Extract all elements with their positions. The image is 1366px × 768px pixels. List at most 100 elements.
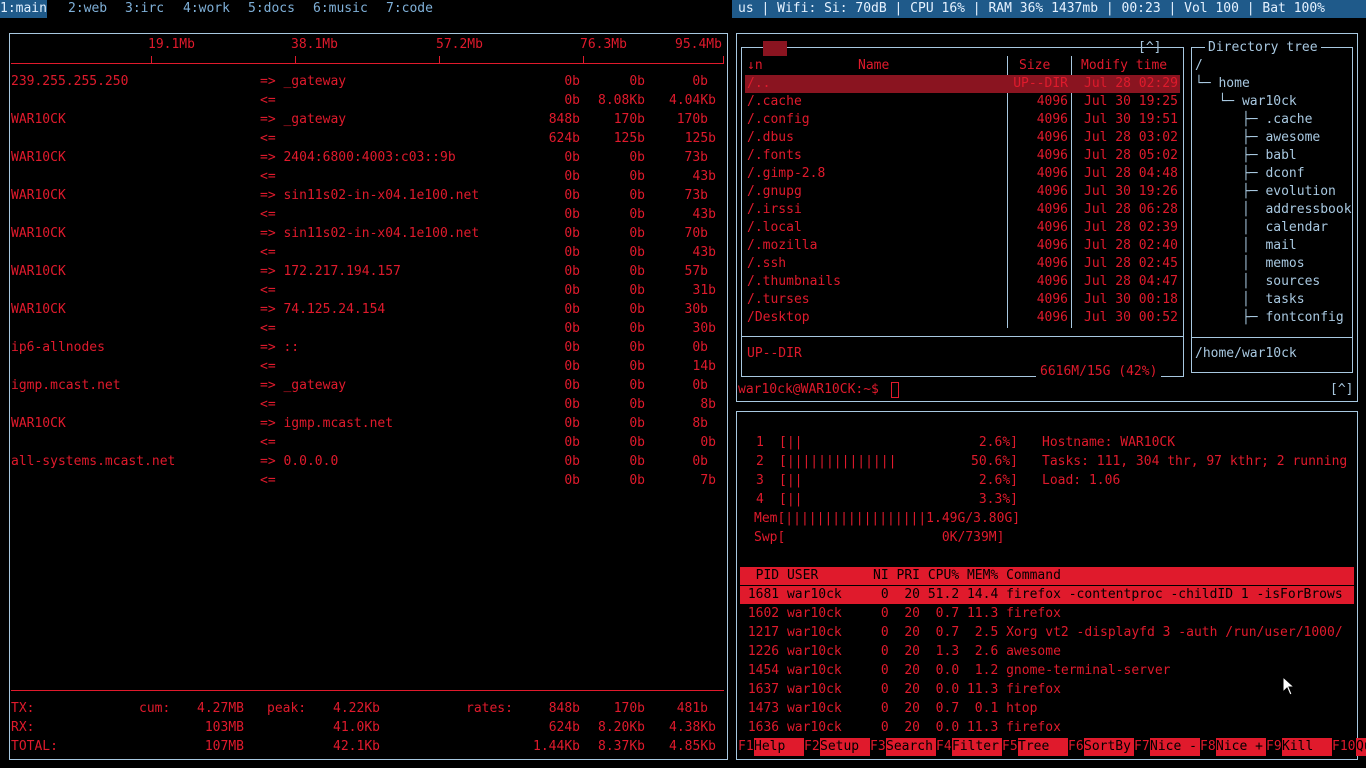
tree-node[interactable]: │ mail: [1195, 237, 1297, 255]
flow-out-rate: 73b: [684, 188, 708, 203]
process-header[interactable]: PID USER NI PRI CPU% MEM% Command: [740, 567, 1354, 585]
cpu-bar: [||: [779, 492, 803, 507]
file-mtime: Jul 28 05:02: [1084, 148, 1178, 163]
scale-label: 19.1Mb: [148, 37, 195, 52]
tag-irc[interactable]: 3:irc: [125, 0, 164, 18]
panel-frame: [741, 47, 742, 377]
process-row[interactable]: 1473 war10ck 0 20 0.7 0.1 htop: [740, 700, 1354, 718]
tree-node[interactable]: ├─ .cache: [1195, 111, 1312, 129]
fkey-label[interactable]: Nice +: [1216, 738, 1266, 756]
tree-node[interactable]: │ calendar: [1195, 219, 1328, 237]
fkey-label[interactable]: Kill: [1282, 738, 1332, 756]
fkey-f2[interactable]: F2: [804, 738, 820, 756]
flow-out-rate: 0b: [629, 226, 645, 241]
flow-out-rate: 0b: [564, 340, 580, 355]
cpu-number: 4: [756, 492, 764, 507]
fkey-f3[interactable]: F3: [870, 738, 886, 756]
prompt-menu-button[interactable]: [^]: [1330, 381, 1353, 399]
tree-node[interactable]: └─ war10ck: [1195, 93, 1296, 111]
tree-node[interactable]: ├─ evolution: [1195, 183, 1336, 201]
fkey-label[interactable]: Filter: [952, 738, 1002, 756]
flow-out-rate: 0b: [629, 454, 645, 469]
panel-menu-button[interactable]: [^]: [1138, 39, 1161, 57]
process-row[interactable]: 1454 war10ck 0 20 0.0 1.2 gnome-terminal…: [740, 662, 1354, 680]
process-row[interactable]: 1217 war10ck 0 20 0.7 2.5 Xorg vt2 -disp…: [740, 624, 1354, 642]
flow-in-rate: 0b: [629, 473, 645, 488]
flow-source: WAR10CK: [11, 416, 66, 431]
file-name: /.config: [747, 112, 810, 127]
mini-status: UP--DIR: [747, 346, 802, 361]
column-header-size[interactable]: Size: [1019, 57, 1050, 75]
flow-in-rate: 0b: [629, 397, 645, 412]
shell-prompt: war10ck@WAR10CK:~$: [738, 382, 887, 397]
flow-out-rate: 0b: [629, 188, 645, 203]
fkey-label[interactable]: Search: [886, 738, 936, 756]
process-row[interactable]: 1681 war10ck 0 20 51.2 14.4 firefox -con…: [740, 586, 1354, 604]
tree-node[interactable]: │ sources: [1195, 273, 1320, 291]
tag-code[interactable]: 7:code: [386, 0, 433, 18]
process-row[interactable]: 1226 war10ck 0 20 1.3 2.6 awesome: [740, 643, 1354, 661]
fkey-label[interactable]: SortBy: [1084, 738, 1134, 756]
fkey-label[interactable]: Nice -: [1150, 738, 1200, 756]
tree-node[interactable]: │ tasks: [1195, 291, 1305, 309]
fkey-f6[interactable]: F6: [1068, 738, 1084, 756]
flow-out-rate: 0b: [629, 378, 645, 393]
process-row[interactable]: 1637 war10ck 0 20 0.0 11.3 firefox: [740, 681, 1354, 699]
fkey-f1[interactable]: F1: [738, 738, 754, 756]
tree-node[interactable]: │ addressbook: [1195, 201, 1352, 219]
rx-label: RX:: [11, 720, 35, 735]
tree-node[interactable]: /: [1195, 57, 1203, 75]
flow-out-rate: 170b: [613, 112, 645, 127]
tree-node[interactable]: │ memos: [1195, 255, 1305, 273]
fkey-f10[interactable]: F10: [1332, 738, 1355, 756]
tree-node[interactable]: ├─ babl: [1195, 147, 1297, 165]
sort-indicator[interactable]: ↓n: [747, 57, 763, 75]
fkey-label[interactable]: Qu: [1356, 738, 1366, 756]
file-mtime: Jul 30 19:26: [1084, 184, 1178, 199]
tree-node[interactable]: ├─ dconf: [1195, 165, 1305, 183]
fkey-f5[interactable]: F5: [1002, 738, 1018, 756]
total-rate-10s: 8.37Kb: [598, 739, 645, 754]
fkey-label[interactable]: Tree: [1018, 738, 1068, 756]
file-mtime: Jul 28 02:29: [1084, 76, 1178, 91]
column-header-name[interactable]: Name: [858, 57, 889, 75]
process-row[interactable]: 1602 war10ck 0 20 0.7 11.3 firefox: [740, 605, 1354, 623]
fkey-label[interactable]: Setup: [820, 738, 870, 756]
file-mtime: Jul 28 02:45: [1084, 256, 1178, 271]
tag-work[interactable]: 4:work: [183, 0, 230, 18]
flow-in-arrow: <=: [260, 93, 276, 108]
file-name: /.turses: [747, 292, 810, 307]
tag-music[interactable]: 6:music: [313, 0, 368, 18]
flow-in-rate: 0b: [629, 245, 645, 260]
disk-usage: 6616M/15G (42%): [1036, 363, 1162, 381]
cpu-percent: 2.6%]: [978, 473, 1018, 488]
fkey-f4[interactable]: F4: [936, 738, 952, 756]
file-name: /.dbus: [747, 130, 794, 145]
tree-node[interactable]: └─ home: [1195, 75, 1250, 93]
flow-out-rate: 0b: [629, 302, 645, 317]
tag-web[interactable]: 2:web: [68, 0, 107, 18]
flow-source: igmp.mcast.net: [11, 378, 121, 393]
fkey-f7[interactable]: F7: [1134, 738, 1150, 756]
flow-in-rate: 0b: [629, 207, 645, 222]
tree-node[interactable]: ├─ awesome: [1195, 129, 1320, 147]
flow-out-rate: 848b: [548, 112, 580, 127]
cpu-percent: 3.3%]: [978, 492, 1018, 507]
flow-destination: => igmp.mcast.net: [260, 416, 394, 431]
flow-out-rate: 0b: [564, 188, 580, 203]
flow-out-rate: 0b: [564, 74, 580, 89]
tree-node[interactable]: ├─ fontconfig: [1195, 309, 1344, 327]
total-rate-2s: 1.44Kb: [533, 739, 580, 754]
tag-docs[interactable]: 5:docs: [248, 0, 295, 18]
column-header-mtime[interactable]: Modify time: [1081, 57, 1167, 75]
tag-main[interactable]: 1:main: [0, 0, 47, 18]
fkey-f8[interactable]: F8: [1200, 738, 1216, 756]
panel-frame: [1183, 47, 1184, 377]
panel-path-indicator[interactable]: [763, 41, 787, 56]
cursor[interactable]: [891, 382, 899, 398]
file-mtime: Jul 30 19:51: [1084, 112, 1178, 127]
fkey-f9[interactable]: F9: [1266, 738, 1282, 756]
flow-in-rate: 0b: [564, 473, 580, 488]
fkey-label[interactable]: Help: [754, 738, 804, 756]
process-row[interactable]: 1636 war10ck 0 20 0.0 11.3 firefox: [740, 719, 1354, 737]
